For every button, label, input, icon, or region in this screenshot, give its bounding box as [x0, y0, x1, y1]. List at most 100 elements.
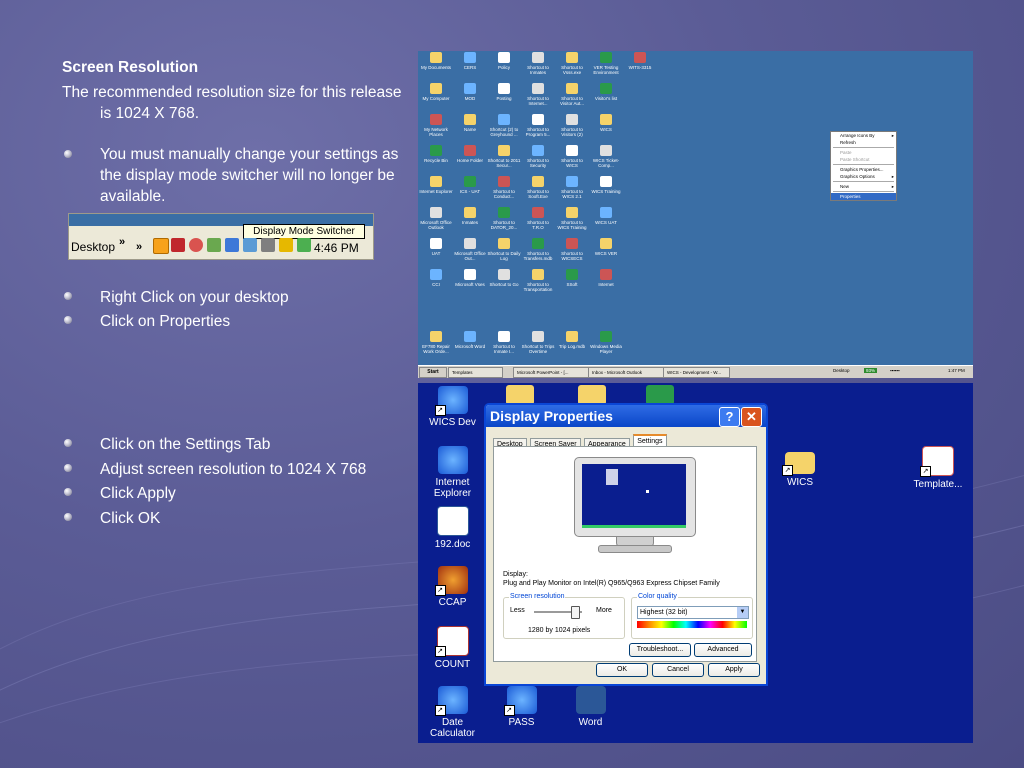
- chevron-icon[interactable]: »: [119, 236, 125, 248]
- desktop-icon[interactable]: Posting: [487, 83, 521, 101]
- menu-item-new[interactable]: New: [831, 183, 896, 190]
- desktop-icon[interactable]: Shortcut to T.R.O: [521, 207, 555, 230]
- desktop-icon[interactable]: Microsoft Office Out...: [453, 238, 487, 261]
- desktop-icon[interactable]: Internet Explorer: [419, 176, 453, 194]
- desktop-icon[interactable]: Policy: [487, 52, 521, 70]
- desktop-icon[interactable]: Shortcut to Vsss.exe: [555, 52, 589, 75]
- desktop-icon-192-doc[interactable]: 192.doc: [425, 506, 480, 550]
- chevron-icon[interactable]: »: [136, 241, 142, 253]
- taskbar-button-outlook[interactable]: Inbox - Microsoft Outlook: [588, 367, 665, 378]
- desktop-icon[interactable]: Windows Media Player: [589, 331, 623, 354]
- desktop-icon[interactable]: SSoft: [555, 269, 589, 287]
- advanced-button[interactable]: Advanced: [694, 643, 752, 657]
- desktop-icon[interactable]: Shortcut to 2011 Secur...: [487, 145, 521, 168]
- apply-button[interactable]: Apply: [708, 663, 760, 677]
- desktop-icon[interactable]: Inmates: [453, 207, 487, 225]
- desktop-icon[interactable]: WICS VER: [589, 238, 623, 256]
- desktop-icon[interactable]: Shortcut to WICSECS: [555, 238, 589, 261]
- desktop-icon[interactable]: Home Folder: [453, 145, 487, 163]
- desktop-icon-ccap[interactable]: ↗ CCAP: [425, 566, 480, 608]
- desktop-icon[interactable]: Microsoft Word: [453, 331, 487, 349]
- folder-icon[interactable]: [506, 385, 534, 405]
- desktop-icon[interactable]: EF780 Repair Work Orde...: [419, 331, 453, 354]
- desktop-icon[interactable]: WICS: [589, 114, 623, 132]
- desktop-icon[interactable]: Shortcut to Security: [521, 145, 555, 168]
- desktop-icon[interactable]: Shortcut to Transfers.mdb: [521, 238, 555, 261]
- desktop-icon[interactable]: VER Testing Environment: [589, 52, 623, 75]
- desktop-icon[interactable]: Shortcut (2) to Greyhound ...: [487, 114, 521, 137]
- resolution-slider-thumb[interactable]: [570, 606, 580, 619]
- desktop-icon[interactable]: Shortcut to Visitor Aut...: [555, 83, 589, 106]
- chevron-down-icon[interactable]: ▼: [737, 607, 748, 618]
- clock[interactable]: 1:47 PM: [948, 368, 965, 373]
- desktop-icon-date-calculator[interactable]: ↗ Date Calculator: [425, 686, 480, 739]
- menu-item-refresh[interactable]: Refresh: [831, 139, 896, 146]
- desktop-icon[interactable]: Name: [453, 114, 487, 132]
- desktop-icon-pass[interactable]: ↗ PASS: [494, 686, 549, 728]
- desktop-icon[interactable]: WICS UAT: [589, 207, 623, 225]
- desktop-icon[interactable]: Microsoft Vses: [453, 269, 487, 287]
- desktop-icon[interactable]: Microsoft Office Outlook: [419, 207, 453, 230]
- desktop-icon[interactable]: Shortcut to Visitors (2): [555, 114, 589, 137]
- desktop-icon-wics-dev[interactable]: ↗ WICS Dev: [425, 386, 480, 428]
- close-button[interactable]: ✕: [741, 407, 762, 427]
- desktop-icon[interactable]: Shortcut to WICS Training: [555, 207, 589, 230]
- network-icon[interactable]: [261, 238, 275, 252]
- desktop-icon[interactable]: Shortcut to WICS: [555, 145, 589, 168]
- taskbar-button-wics[interactable]: WICS - Development - W...: [663, 367, 730, 378]
- shortcut-icon[interactable]: [646, 385, 674, 405]
- desktop-icon[interactable]: ICS - UAT: [453, 176, 487, 194]
- troubleshoot-button[interactable]: Troubleshoot...: [629, 643, 691, 657]
- clock[interactable]: 4:46 PM: [314, 241, 359, 255]
- desktop-icon-wics[interactable]: ↗ WICS: [770, 446, 830, 488]
- menu-item-graphics-options[interactable]: Graphics Options: [831, 173, 896, 180]
- desktop-icon[interactable]: Shortcut to Trips Overtime: [521, 331, 555, 354]
- desktop-icon[interactable]: Shortcut to Inmate I...: [487, 331, 521, 354]
- desktop-icon[interactable]: Visitor's list: [589, 83, 623, 101]
- desktop-icon[interactable]: Shortcut to Transportation: [521, 269, 555, 292]
- security-icon[interactable]: [189, 238, 203, 252]
- desktop-icon[interactable]: WITS-3315: [623, 52, 657, 70]
- folder-icon[interactable]: [578, 385, 606, 405]
- desktop-icon[interactable]: Shortcut to Program 5...: [521, 114, 555, 137]
- battery-icon[interactable]: [279, 238, 293, 252]
- desktop-icon[interactable]: Shortcut to Sooft.Exe: [521, 176, 555, 199]
- tool-icon[interactable]: [171, 238, 185, 252]
- menu-item-graphics-properties[interactable]: Graphics Properties...: [831, 166, 896, 173]
- desktop-icon-count[interactable]: ↗ COUNT: [425, 626, 480, 670]
- desktop-icon[interactable]: Shortcut to Daily Log: [487, 238, 521, 261]
- display-mode-switcher-icon[interactable]: [225, 238, 239, 252]
- color-quality-select[interactable]: Highest (32 bit) ▼: [637, 606, 749, 619]
- check-icon[interactable]: [207, 238, 221, 252]
- check-icon[interactable]: [243, 238, 257, 252]
- desktop-icon[interactable]: My Network Places: [419, 114, 453, 137]
- desktop-icon[interactable]: CERS: [453, 52, 487, 70]
- desktop-icon[interactable]: My Documents: [419, 52, 453, 70]
- desktop-icon[interactable]: Recycle Bin: [419, 145, 453, 163]
- desktop-icon[interactable]: Shortcut to DATOR_20...: [487, 207, 521, 230]
- desktop-icon[interactable]: My Computer: [419, 83, 453, 101]
- desktop-icon[interactable]: WICS Ticket-Comp...: [589, 145, 623, 168]
- desktop-icon[interactable]: CCI: [419, 269, 453, 287]
- start-button[interactable]: Start: [419, 367, 447, 378]
- desktop-icon-templates[interactable]: ↗ Template...: [905, 446, 971, 490]
- cancel-button[interactable]: Cancel: [652, 663, 704, 677]
- menu-item-properties[interactable]: Properties: [831, 193, 896, 200]
- desktop-icon[interactable]: Trip Log.mdb: [555, 331, 589, 349]
- desktop-icon[interactable]: Shortcut to Internet...: [521, 83, 555, 106]
- desktop-icon[interactable]: UAT: [419, 238, 453, 256]
- desktop-icon-word[interactable]: Word: [563, 686, 618, 728]
- desktop-icon[interactable]: WICS Training: [589, 176, 623, 194]
- taskbar-button-templates[interactable]: Templates: [448, 367, 503, 378]
- desktop-icon[interactable]: Shortcut to Conduct...: [487, 176, 521, 199]
- desktop-icon[interactable]: Shortcut to Go: [487, 269, 521, 287]
- desktop-icon[interactable]: Internet: [589, 269, 623, 287]
- volume-icon[interactable]: [297, 238, 311, 252]
- desktop-icon[interactable]: MOD: [453, 83, 487, 101]
- desktop-icon-internet-explorer[interactable]: Internet Explorer: [425, 446, 480, 499]
- taskbar-button-powerpoint[interactable]: Microsoft PowerPoint - [...: [513, 367, 590, 378]
- help-button[interactable]: ?: [719, 407, 740, 427]
- power-icon[interactable]: [153, 238, 169, 254]
- ok-button[interactable]: OK: [596, 663, 648, 677]
- desktop-icon[interactable]: Shortcut to WICS 2.1: [555, 176, 589, 199]
